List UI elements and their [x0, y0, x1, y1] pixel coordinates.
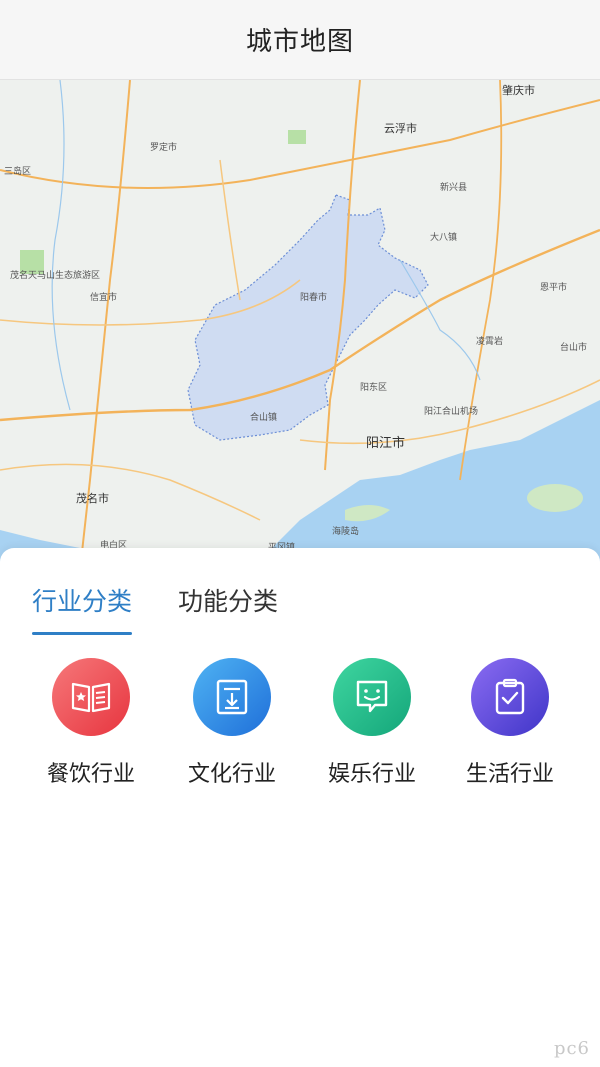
map-label: 阳春市: [300, 293, 328, 303]
map-label: 云浮市: [384, 122, 417, 135]
category-label: 餐饮行业: [46, 762, 135, 787]
tab-function[interactable]: 功能分类: [178, 582, 278, 632]
category-label: 文化行业: [187, 762, 276, 787]
category-icon-bg: [193, 658, 271, 736]
category-grid: 餐饮行业 文化行业 娱乐行业 生活行业: [0, 658, 600, 798]
app-header: 城市地图: [0, 0, 600, 80]
clipboard-check-icon: [495, 678, 525, 715]
category-label: 娱乐行业: [327, 762, 416, 787]
map-label: 大八镇: [430, 233, 458, 243]
document-download-icon: [216, 679, 248, 715]
map-label: 海陵岛: [332, 527, 360, 537]
category-icon-bg: [333, 658, 411, 736]
map-label: 罗定市: [150, 143, 178, 153]
tab-industry[interactable]: 行业分类: [32, 582, 133, 635]
map-label: 台山市: [560, 343, 588, 353]
map-label: 合山镇: [250, 413, 278, 423]
page-title: 城市地图: [245, 27, 354, 57]
map-label: 阳江市: [366, 436, 406, 451]
category-icon-bg: [52, 658, 130, 736]
category-label: 生活行业: [465, 762, 554, 787]
watermark-text: pc6: [553, 1038, 590, 1059]
map-label: 凌霄岩: [476, 337, 504, 347]
category-culture[interactable]: 文化行业: [162, 658, 302, 788]
category-panel: 行业分类 功能分类 餐饮行业 文化行业 娱乐行业 生活行业 pc6: [0, 548, 600, 1067]
map-label: 肇庆市: [502, 84, 535, 97]
map-label: 茂名天马山生态旅游区: [10, 271, 101, 281]
map-label: 三岛区: [4, 167, 32, 177]
smile-chat-icon: [356, 680, 388, 713]
tab-bar: 行业分类 功能分类: [32, 582, 278, 635]
map-label: 恩平市: [540, 283, 568, 293]
map-label: 新兴县: [440, 183, 468, 193]
category-entertainment[interactable]: 娱乐行业: [302, 658, 442, 788]
menu-book-icon: [71, 682, 111, 713]
map-label: 阳东区: [360, 383, 388, 393]
category-icon-bg: [471, 658, 549, 736]
map-label: 阳江合山机场: [424, 407, 479, 417]
category-catering[interactable]: 餐饮行业: [21, 658, 161, 788]
city-map[interactable]: 云浮市 肇庆市 阳江市 茂名市 电白区 海陵岛 阳江合山机场 三岛区 茂名天马山…: [0, 80, 600, 570]
map-label: 茂名市: [76, 492, 109, 505]
category-life[interactable]: 生活行业: [440, 658, 580, 788]
map-label: 信宜市: [90, 293, 118, 303]
